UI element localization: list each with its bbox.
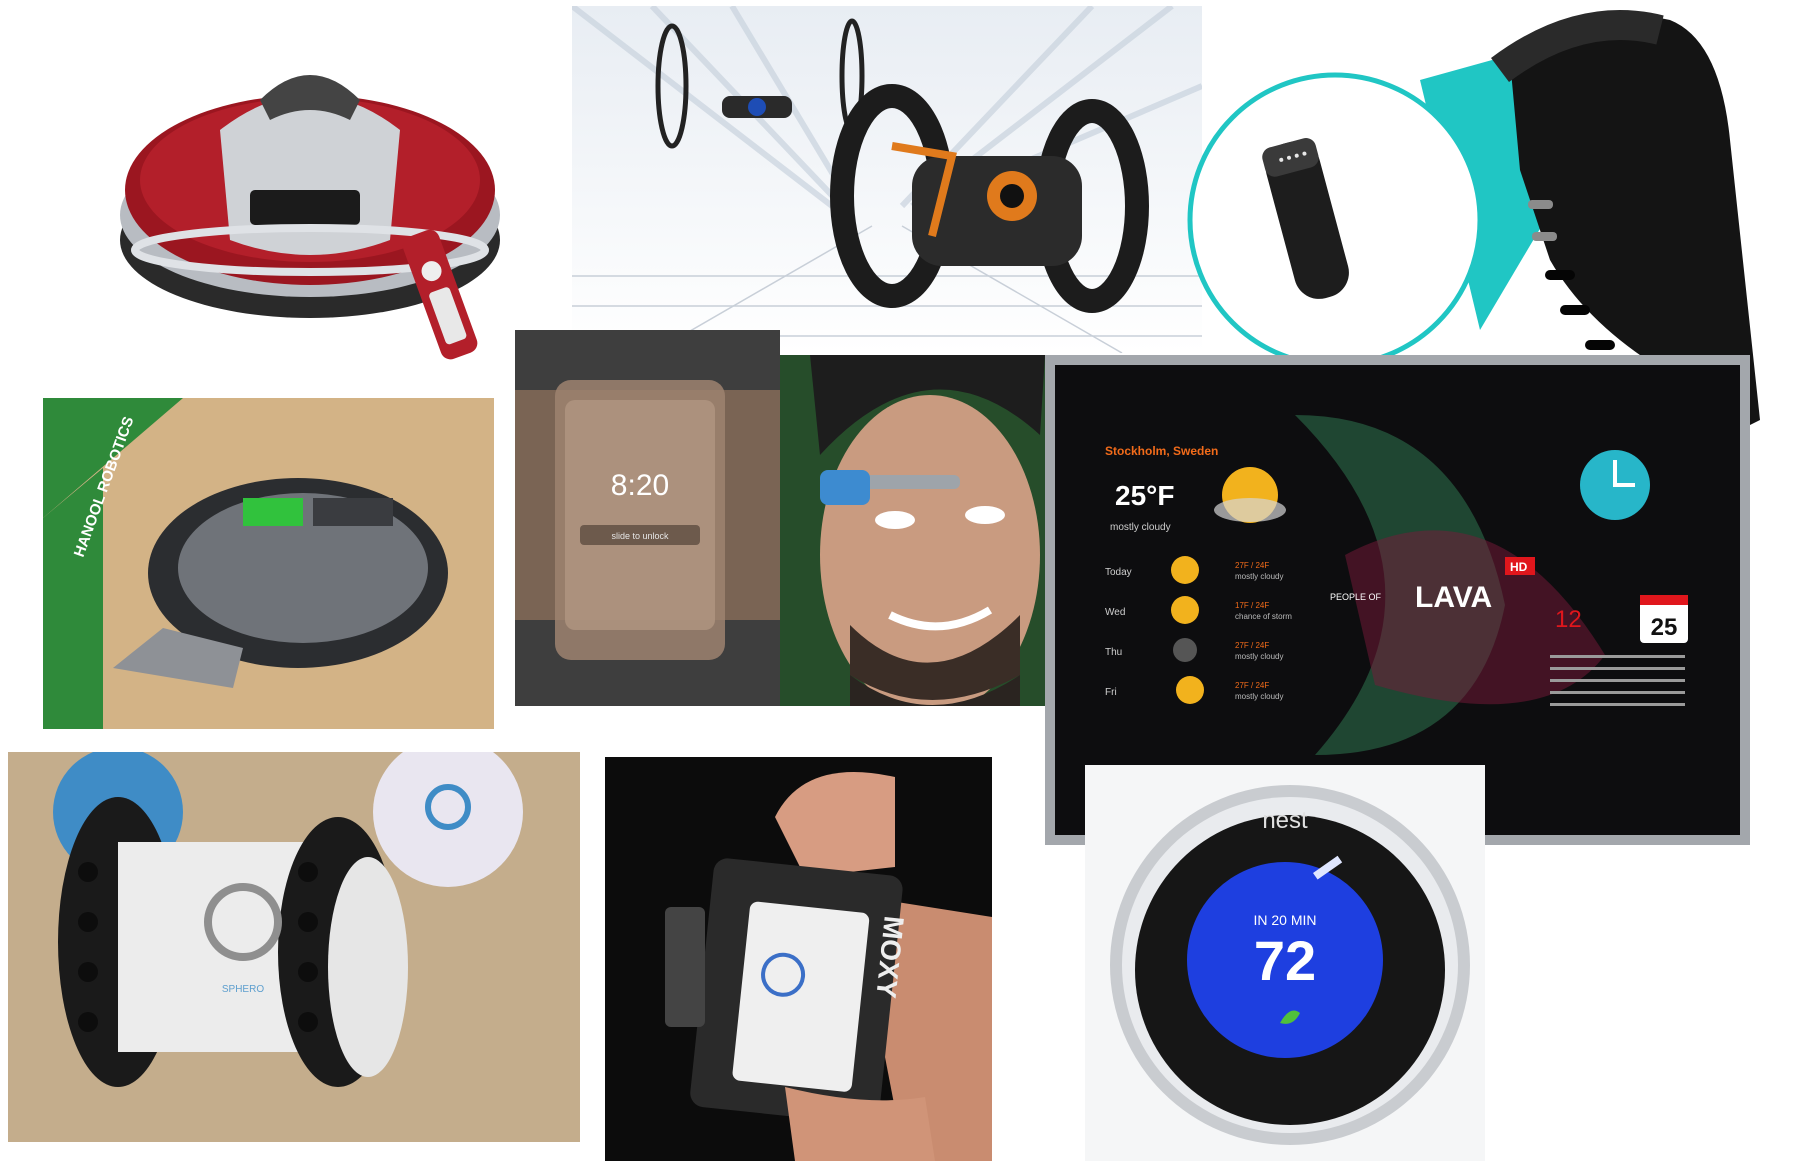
calendar-date-number: 12	[1555, 606, 1582, 633]
calendar-day: 25	[1651, 614, 1678, 641]
svg-text:mostly cloudy: mostly cloudy	[1235, 652, 1283, 661]
weather-temp: 25°F	[1115, 480, 1174, 511]
nest-brand: nest	[1262, 807, 1308, 834]
svg-text:27F / 24F: 27F / 24F	[1235, 561, 1269, 570]
watch-time: 8:20	[611, 469, 669, 502]
watch-unlock-text: slide to unlock	[611, 531, 669, 541]
svg-text:27F / 24F: 27F / 24F	[1235, 641, 1269, 650]
brand-hd-badge: HD	[1510, 560, 1528, 574]
robot-brand-text: SPHERO	[222, 984, 264, 995]
moxy-sensor-photo: MOXY	[605, 757, 992, 1161]
nest-temperature: 72	[1254, 929, 1316, 992]
mini-robot-photo: HANOOL ROBOTICS	[43, 398, 494, 729]
robot-vacuum-photo	[110, 40, 530, 370]
svg-text:Thu: Thu	[1105, 647, 1122, 658]
rolling-robot-photo: SPHERO	[8, 752, 580, 1142]
svg-text:chance of storm: chance of storm	[1235, 612, 1292, 621]
svg-text:mostly cloudy: mostly cloudy	[1235, 572, 1283, 581]
smart-watch-photo: 8:20 slide to unlock	[515, 330, 780, 706]
weather-condition: mostly cloudy	[1110, 522, 1171, 533]
svg-text:27F / 24F: 27F / 24F	[1235, 681, 1269, 690]
brand-tagline: PEOPLE OF	[1330, 592, 1382, 602]
svg-text:Wed: Wed	[1105, 607, 1125, 618]
svg-text:Today: Today	[1105, 567, 1132, 578]
svg-text:Fri: Fri	[1105, 687, 1117, 698]
nest-status: IN 20 MIN	[1253, 912, 1316, 928]
svg-text:mostly cloudy: mostly cloudy	[1235, 692, 1283, 701]
svg-text:17F / 24F: 17F / 24F	[1235, 601, 1269, 610]
nest-thermostat-photo: nest IN 20 MIN 72	[1085, 765, 1485, 1161]
smart-glasses-photo	[780, 355, 1045, 706]
flying-drone-photo	[572, 6, 1202, 353]
brand-logo: LAVA	[1415, 581, 1492, 614]
weather-city: Stockholm, Sweden	[1105, 444, 1218, 458]
